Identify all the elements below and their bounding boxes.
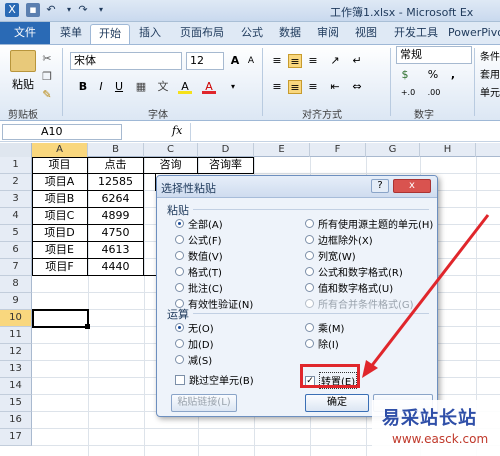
annotation-arrow-layer — [362, 214, 490, 378]
watermark: 易采站长站 www.easck.com — [372, 400, 500, 456]
watermark-title: 易采站长站 — [382, 408, 477, 429]
annotation-arrow — [368, 214, 490, 369]
watermark-url: www.easck.com — [392, 432, 489, 446]
